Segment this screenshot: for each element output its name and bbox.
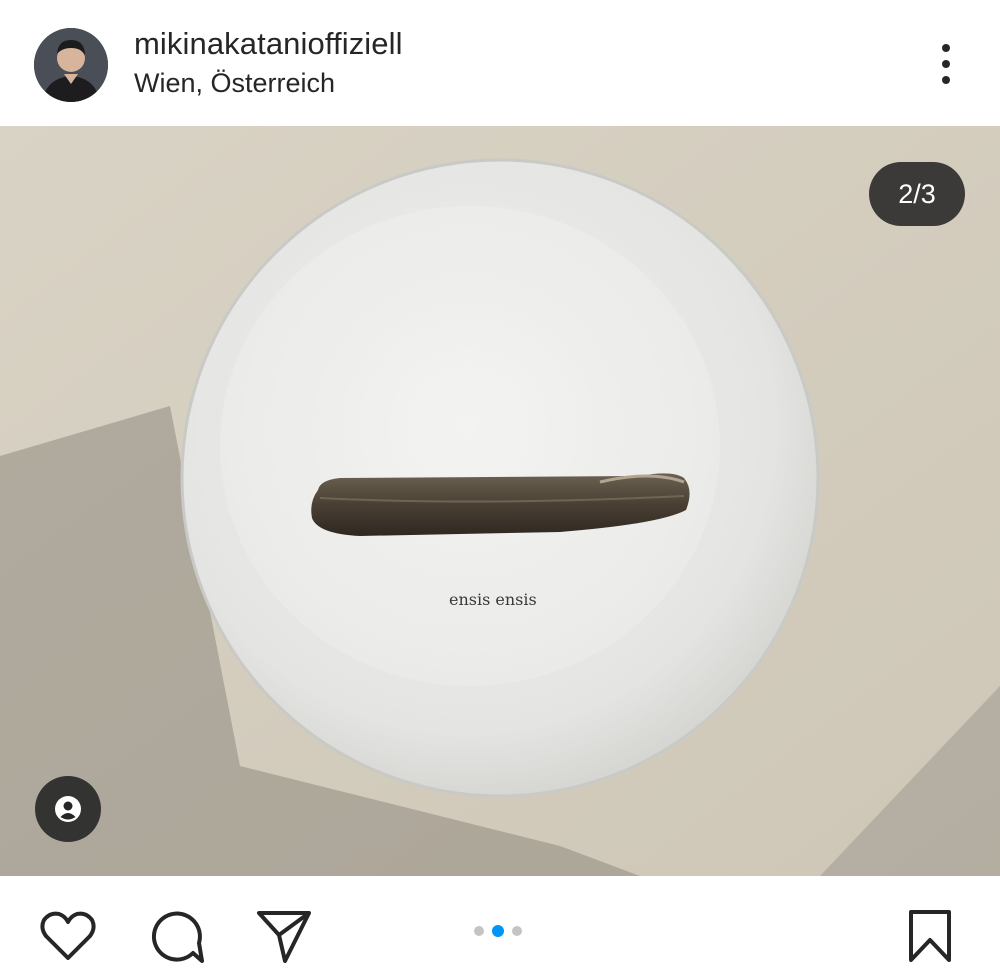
- pager-dot: [474, 926, 484, 936]
- pager-dot: [512, 926, 522, 936]
- paper-plane-icon[interactable]: [254, 906, 314, 966]
- post-header: mikinakatanioffiziell Wien, Österreich: [0, 0, 1000, 126]
- carousel-pager: [474, 925, 522, 937]
- bookmark-icon[interactable]: [900, 906, 960, 966]
- location[interactable]: Wien, Österreich: [134, 68, 335, 99]
- username[interactable]: mikinakatanioffiziell: [134, 26, 403, 62]
- print-caption: ensis ensis: [449, 590, 537, 609]
- post-image[interactable]: [0, 126, 1000, 876]
- more-vertical-icon[interactable]: [926, 38, 966, 90]
- action-bar: [0, 876, 1000, 972]
- avatar[interactable]: [34, 28, 108, 102]
- heart-icon[interactable]: [38, 906, 98, 966]
- user-tag-icon[interactable]: [35, 776, 101, 842]
- pager-dot-active: [492, 925, 504, 937]
- slide-counter: 2/3: [869, 162, 965, 226]
- comment-icon[interactable]: [146, 906, 206, 966]
